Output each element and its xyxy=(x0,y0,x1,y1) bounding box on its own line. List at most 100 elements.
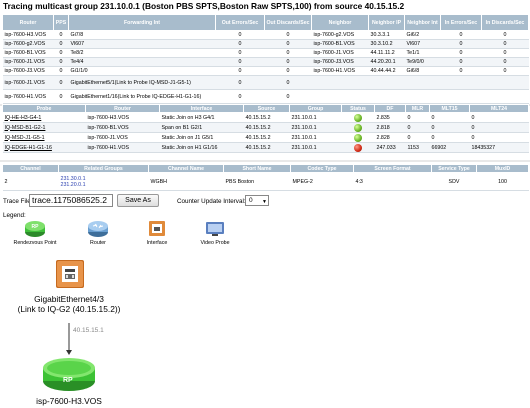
channel-col-header[interactable]: Related Groups xyxy=(58,164,149,173)
channel-col-header[interactable]: Codec Type xyxy=(290,164,354,173)
status-red-icon xyxy=(354,143,362,152)
router-cell: 0 xyxy=(53,75,69,90)
channel-col-header[interactable]: MuxID xyxy=(476,164,529,173)
legend-rendezvous-point: RP Rendezvous Point xyxy=(0,219,70,246)
router-cell xyxy=(481,89,529,104)
channel-col-header[interactable]: Short Name xyxy=(223,164,291,173)
save-as-button[interactable]: Save As xyxy=(117,194,159,207)
router-cell: Te1/1 xyxy=(404,48,441,58)
router-cell xyxy=(368,75,405,90)
probes-col-header[interactable]: DF xyxy=(374,104,406,113)
interface-node-label-2: (Link to IQ-G2 (40.15.15.2)) xyxy=(17,304,121,314)
probe-link[interactable]: IQ-HE-H3-G4-1 xyxy=(2,112,86,123)
router-row: isp-7600-J1.VOS 0 GigabitEthernet5/1(Link … xyxy=(2,75,529,90)
probe-mlr-cell: 0 xyxy=(405,132,430,143)
related-group-link-2[interactable]: 231.20.0.1 xyxy=(61,182,147,188)
router-cell xyxy=(440,75,482,90)
probes-col-header[interactable]: MLT15 xyxy=(429,104,470,113)
probe-interface-cell: Static Join on H3 G4/1 xyxy=(159,112,244,123)
trace-file-input[interactable]: trace.1175086525.2 xyxy=(29,194,113,207)
counter-interval-select[interactable]: 0 ▼ xyxy=(245,195,269,206)
probe-mlt15-cell: 0 xyxy=(429,122,470,133)
probe-link[interactable]: IQ-MSD-J1-G5-1 xyxy=(2,132,86,143)
router-cell xyxy=(481,75,529,90)
probe-link[interactable]: IQ-EDGE-H1-G1-16 xyxy=(2,142,86,153)
router-cell: Gi7/8 xyxy=(68,30,216,40)
probe-mlt15-cell: 66902 xyxy=(429,142,470,153)
probes-col-header[interactable]: Source xyxy=(243,104,290,113)
probe-link[interactable]: IQ-MSD-B1-G2-1 xyxy=(2,122,86,133)
routers-col-header[interactable]: In Errors/Sec xyxy=(440,14,482,31)
probes-col-header[interactable]: Probe xyxy=(2,104,86,113)
router-cell: isp-7600-B1.VOS xyxy=(311,39,369,49)
router-cell: isp-7600-H1.VOS xyxy=(311,66,369,76)
edge-label: 40.15.15.1 xyxy=(73,327,104,334)
interface-node-icon[interactable] xyxy=(56,260,84,288)
probes-col-header[interactable]: MLR xyxy=(405,104,430,113)
probe-mlr-cell: 0 xyxy=(405,122,430,133)
channel-col-header[interactable]: Service Type xyxy=(431,164,477,173)
page-title: Tracing multicast group 231.10.0.1 (Bost… xyxy=(3,1,405,11)
probes-col-header[interactable]: Status xyxy=(341,104,375,113)
routers-col-header[interactable]: In Discards/Sec xyxy=(481,14,529,31)
probe-df-cell: 2.818 xyxy=(374,122,406,133)
router-cell: 0 xyxy=(53,48,69,58)
channel-col-header[interactable]: Screen Format xyxy=(353,164,432,173)
router-cell: GigabitEthernet1/16(Link to Probe IQ-EDG… xyxy=(68,89,216,104)
router-cell xyxy=(311,89,369,104)
rendezvous-point-icon: RP xyxy=(25,221,45,237)
router-cell: isp-7600-H1.VOS xyxy=(2,89,54,104)
probe-router-cell: isp-7600-H3.VOS xyxy=(85,112,160,123)
channel-col-header[interactable]: Channel Name xyxy=(148,164,224,173)
video-probe-icon xyxy=(206,222,224,236)
probe-source-cell: 40.15.15.2 xyxy=(243,132,290,143)
mux-id: 100 xyxy=(476,172,529,191)
legend-label-video-probe: Video Probe xyxy=(200,240,230,246)
router-cell: Gi1/1/0 xyxy=(68,66,216,76)
router-cell: 44.20.20.1 xyxy=(368,57,405,67)
router-cell: 44.11.11.2 xyxy=(368,48,405,58)
probe-mlt24-cell: 0 xyxy=(469,122,529,133)
probes-col-header[interactable]: Group xyxy=(289,104,342,113)
routers-col-header[interactable]: Out Errors/Sec xyxy=(215,14,265,31)
channel-col-header[interactable]: Channel xyxy=(2,164,59,173)
svg-text:RP: RP xyxy=(32,224,40,230)
channel-number: 2 xyxy=(2,172,59,191)
rp-badge-text: RP xyxy=(63,377,73,384)
routers-col-header[interactable]: Neighbor xyxy=(311,14,369,31)
router-cell: 30.3.3.1 xyxy=(368,30,405,40)
router-cell: 30.3.10.2 xyxy=(368,39,405,49)
router-icon xyxy=(88,221,108,237)
router-cell: 0 xyxy=(264,66,312,76)
router-cell xyxy=(440,89,482,104)
probe-mlt24-cell: 18435327 xyxy=(469,142,529,153)
routers-col-header[interactable]: PPS xyxy=(53,14,69,31)
router-cell: isp-7600-J1.VOS xyxy=(2,75,54,90)
routers-col-header[interactable]: Forwarding Int xyxy=(68,14,216,31)
router-cell: Gi6/8 xyxy=(404,66,441,76)
probe-router-cell: isp-7600-J1.VOS xyxy=(85,132,160,143)
router-cell: 0 xyxy=(440,30,482,40)
router-cell: Te9/0/0 xyxy=(404,57,441,67)
probes-col-header[interactable]: Router xyxy=(85,104,160,113)
service-type: SDV xyxy=(431,172,477,191)
router-cell: 0 xyxy=(215,39,265,49)
probe-router-cell: isp-7600-H1.VOS xyxy=(85,142,160,153)
channel-row: 2 231.30.0.1 231.20.0.1 WGBH PBS Boston … xyxy=(2,172,529,191)
routers-col-header[interactable]: Neighbor Int xyxy=(404,14,441,31)
router-cell xyxy=(311,75,369,90)
trace-controls: Trace File: trace.1175086525.2 Save As C… xyxy=(3,194,303,210)
routers-col-header[interactable]: Neighbor IP xyxy=(368,14,405,31)
probe-mlr-cell: 1153 xyxy=(405,142,430,153)
probe-df-cell: 2.835 xyxy=(374,112,406,123)
router-cell: 0 xyxy=(53,89,69,104)
router-cell: isp-7600-H3.VOS xyxy=(2,30,54,40)
routers-col-header[interactable]: Out Discards/Sec xyxy=(264,14,312,31)
routers-col-header[interactable]: Router xyxy=(2,14,54,31)
router-cell: 0 xyxy=(481,48,529,58)
router-cell: 0 xyxy=(481,39,529,49)
probes-col-header[interactable]: Interface xyxy=(159,104,244,113)
rp-router-node-icon[interactable] xyxy=(43,358,95,391)
probes-col-header[interactable]: MLT24 xyxy=(469,104,529,113)
router-cell: isp-7600-g2.VOS xyxy=(2,39,54,49)
